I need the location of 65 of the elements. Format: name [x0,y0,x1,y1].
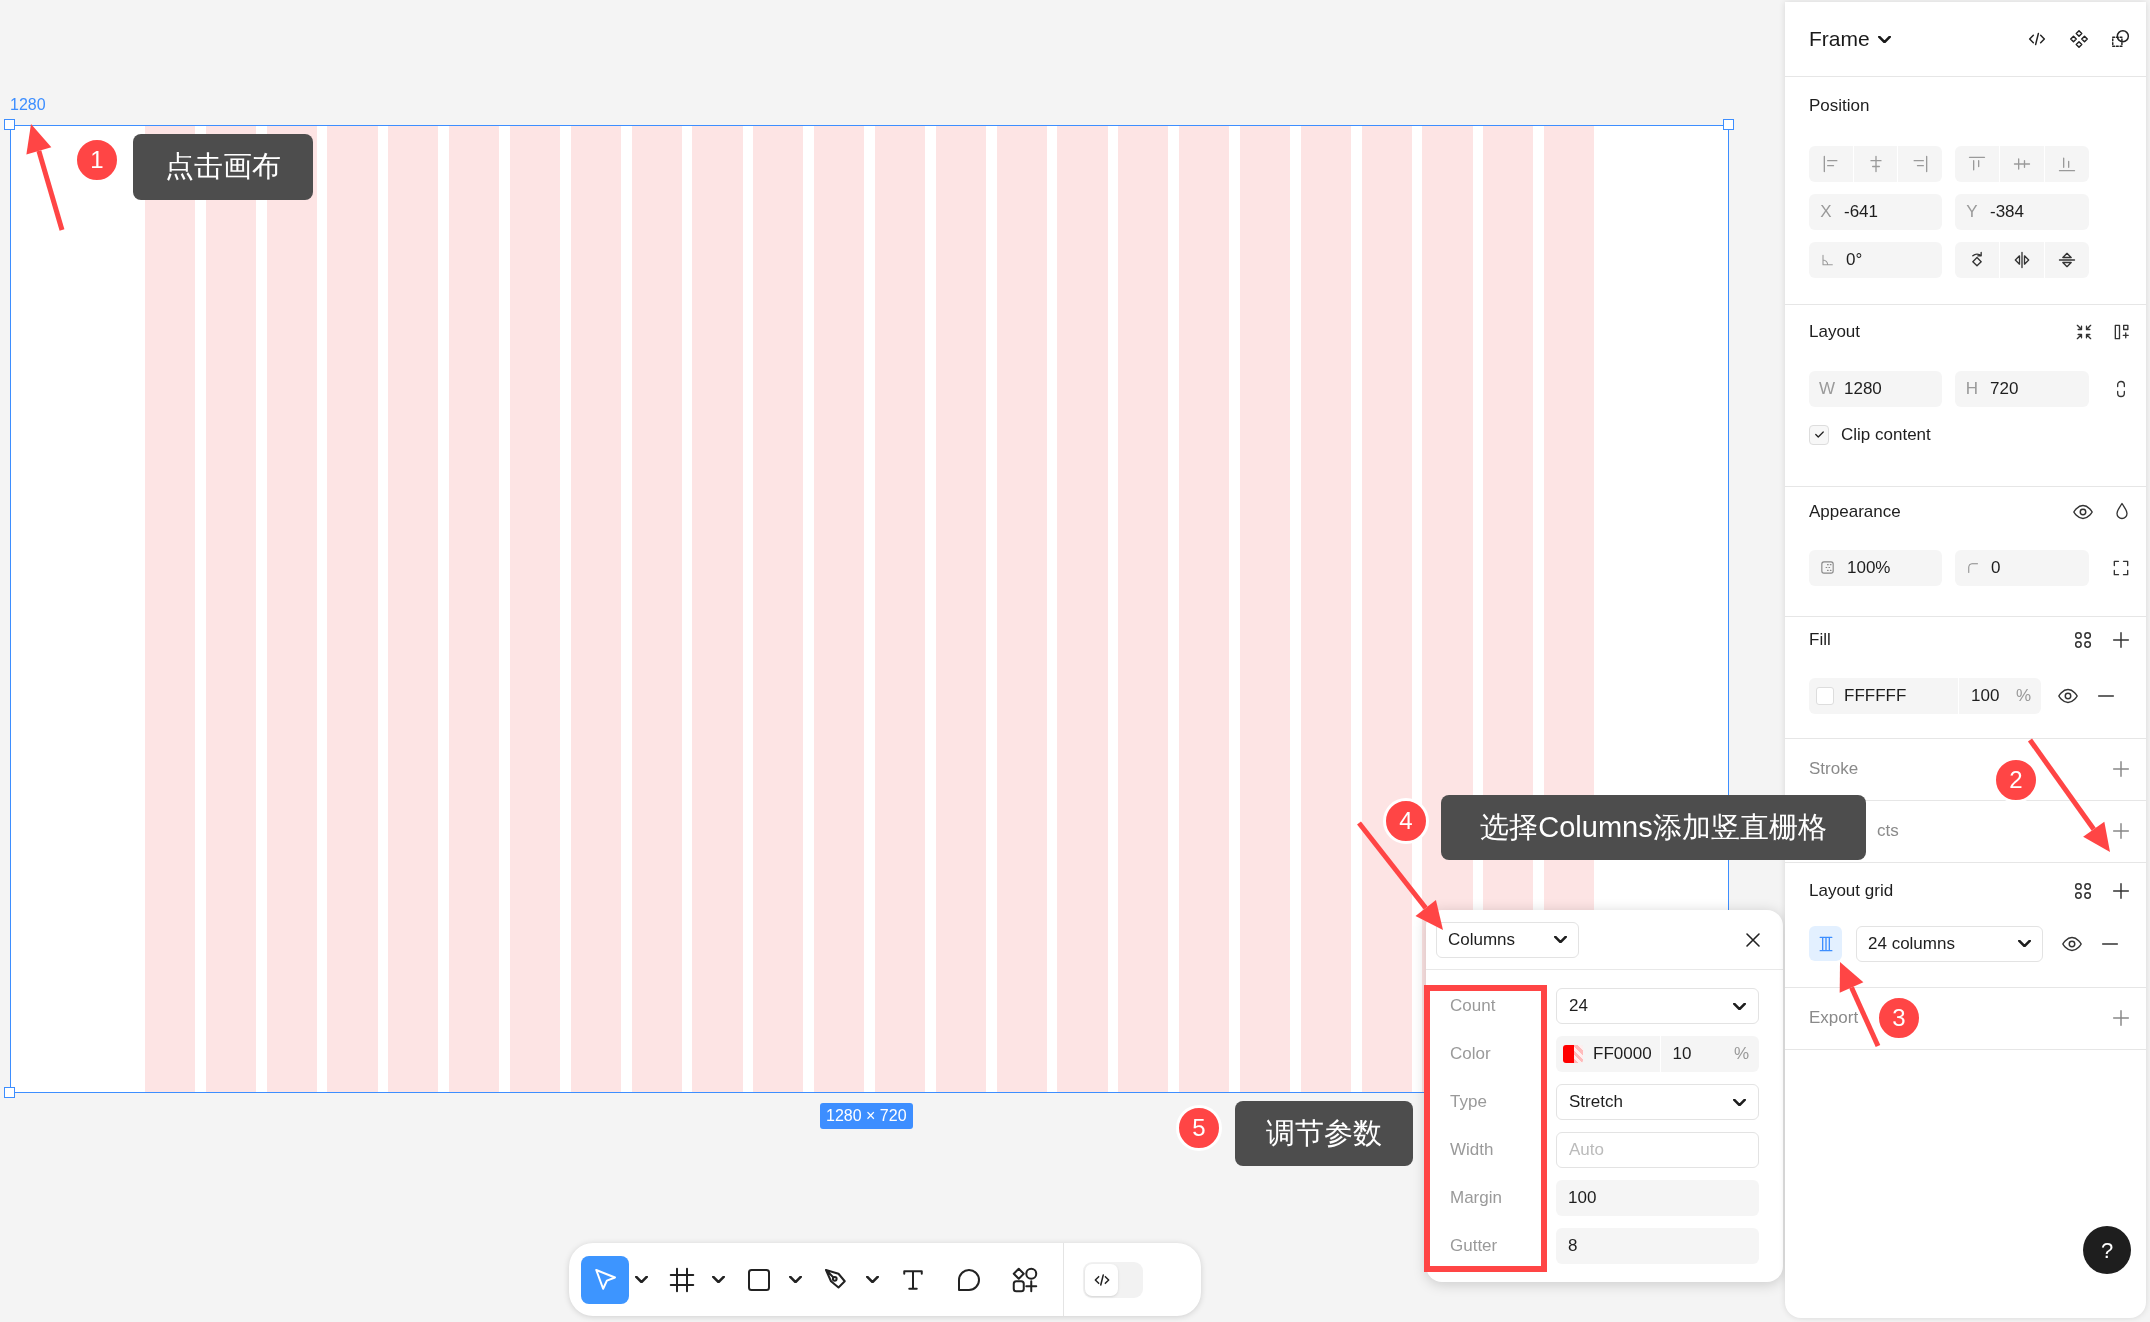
field-label: Margin [1449,1187,1503,1210]
number-input[interactable]: 100 [1556,1180,1759,1216]
opacity-icon [1819,559,1836,576]
caret-icon [2018,940,2031,947]
field-label: Type [1449,1091,1488,1114]
section-title: Fill [1809,628,1831,651]
help-button[interactable]: ? [2083,1226,2131,1274]
size-badge: 1280 × 720 [820,1103,913,1129]
annotation-callout: 调节参数 [1235,1101,1413,1166]
section-title: cts [1877,820,1899,843]
number-input[interactable]: 8 [1556,1228,1759,1264]
annotation-callout: 点击画布 [133,134,313,200]
collapse-icon[interactable] [2074,322,2094,342]
caret-icon [1877,35,1891,43]
auto-layout-icon[interactable] [2112,322,2132,342]
step-number-badge: 5 [1176,1105,1222,1151]
section-title: Layout [1809,321,1861,344]
caret-icon[interactable] [712,1276,725,1283]
color-swatch [1816,686,1834,705]
frame-type-dropdown[interactable]: Frame [1809,23,1891,55]
caret-icon[interactable] [635,1276,648,1283]
color-field[interactable]: FF0000 10 % [1556,1036,1759,1072]
rotation-field[interactable]: 0° [1809,242,1942,278]
section-title: Stroke [1809,758,1859,781]
caret-icon[interactable] [789,1276,802,1283]
caret-icon [1554,936,1567,943]
mask-icon[interactable] [2110,28,2132,50]
color-swatch [1563,1045,1583,1063]
height-field[interactable]: H 720 [1955,371,2089,407]
checkbox-label: Clip content [1841,424,1931,446]
flip-horizontal-icon[interactable] [2012,250,2032,270]
angle-icon [1819,252,1835,268]
width-input[interactable]: Auto [1556,1132,1759,1168]
caret-icon [1733,1098,1746,1106]
corner-radius-field[interactable]: 0 [1955,549,2089,586]
field-label: Width [1449,1139,1495,1162]
grid-type-dropdown[interactable]: Columns [1436,921,1579,958]
resize-handle[interactable] [4,1087,15,1098]
component-icon[interactable] [2068,28,2090,50]
dev-mode-toggle[interactable] [1083,1261,1143,1298]
resize-handle[interactable] [1723,119,1734,130]
opacity-field[interactable]: 100% [1809,549,1942,586]
corner-radius-icon [1965,560,1980,575]
y-field[interactable]: Y -384 [1955,194,2089,230]
field-label: Gutter [1449,1235,1499,1258]
select-field[interactable]: Stretch [1556,1084,1759,1120]
caret-icon[interactable] [866,1276,879,1283]
frame-width-label: 1280 [10,95,46,115]
annotation-callout: 选择Columns添加竖直栅格 [1441,795,1866,860]
width-field[interactable]: W 1280 [1809,371,1942,407]
x-field[interactable]: X -641 [1809,194,1942,230]
resize-handle[interactable] [4,119,15,130]
flip-vertical-icon[interactable] [2057,250,2077,270]
section-title: Appearance [1809,500,1901,523]
clip-content-checkbox[interactable] [1809,424,1829,445]
grid-dropdown[interactable]: 24 columns [1856,925,2043,962]
section-title: Layout grid [1809,879,1894,902]
field-label: Color [1449,1043,1492,1066]
section-title: Export [1809,1007,1859,1030]
section-title: Position [1809,95,1870,118]
grid-settings-button[interactable] [1809,926,1842,961]
select-field[interactable]: 24 [1556,988,1759,1024]
fill-color-field[interactable]: FFFFFF 100 % [1809,677,2041,714]
caret-icon [1733,1002,1746,1010]
field-label: Count [1449,995,1497,1018]
